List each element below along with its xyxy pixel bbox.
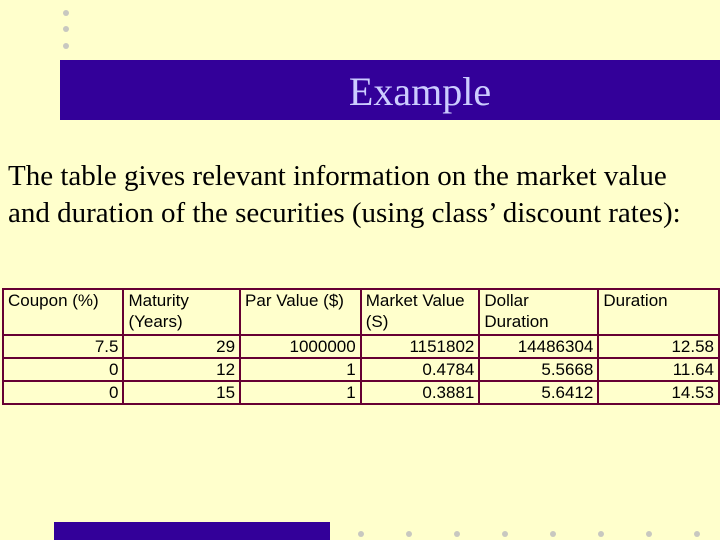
cell: 0.4784 xyxy=(359,357,481,382)
slide-title: Example xyxy=(348,69,492,114)
table-row: 0 15 1 0.3881 5.6412 14.53 xyxy=(1,380,720,405)
decorative-dot xyxy=(454,531,460,537)
decorative-dot xyxy=(598,531,604,537)
cell: 0 xyxy=(1,357,125,382)
header-market-value: Market Value (S) xyxy=(359,288,481,336)
header-coupon: Coupon (%) xyxy=(1,288,125,336)
decorative-dot xyxy=(646,531,652,537)
cell: 12 xyxy=(122,357,242,382)
cell: 1 xyxy=(239,380,362,405)
decorative-dot xyxy=(63,43,69,49)
header-par-value: Par Value ($) xyxy=(239,288,362,336)
cell: 14.53 xyxy=(597,380,720,405)
decorative-dot xyxy=(694,531,700,537)
decorative-dot xyxy=(358,531,364,537)
cell: 11.64 xyxy=(597,357,720,382)
cell: 7.5 xyxy=(1,334,125,359)
cell: 0.3881 xyxy=(359,380,481,405)
header-maturity: Maturity (Years) xyxy=(122,288,242,336)
decorative-dot xyxy=(63,26,69,32)
cell: 14486304 xyxy=(478,334,600,359)
header-duration: Duration xyxy=(597,288,720,336)
cell: 1151802 xyxy=(359,334,481,359)
decorative-dot xyxy=(406,531,412,537)
cell: 29 xyxy=(122,334,242,359)
decorative-dot xyxy=(550,531,556,537)
table-row: 7.5 29 1000000 1151802 14486304 12.58 xyxy=(1,334,720,359)
table-header-row: Coupon (%) Maturity (Years) Par Value ($… xyxy=(1,288,720,336)
cell: 5.5668 xyxy=(478,357,600,382)
cell: 5.6412 xyxy=(478,380,600,405)
cell: 0 xyxy=(1,380,125,405)
cell: 1000000 xyxy=(239,334,362,359)
table-row: 0 12 1 0.4784 5.5668 11.64 xyxy=(1,357,720,382)
securities-table: Coupon (%) Maturity (Years) Par Value ($… xyxy=(1,288,720,405)
header-dollar-duration: Dollar Duration xyxy=(478,288,600,336)
title-bar: Example xyxy=(60,60,720,120)
cell: 12.58 xyxy=(597,334,720,359)
footer-bar xyxy=(54,522,330,540)
cell: 15 xyxy=(122,380,242,405)
cell: 1 xyxy=(239,357,362,382)
decorative-dot xyxy=(502,531,508,537)
decorative-dot xyxy=(63,10,69,16)
body-text: The table gives relevant information on … xyxy=(8,160,681,229)
